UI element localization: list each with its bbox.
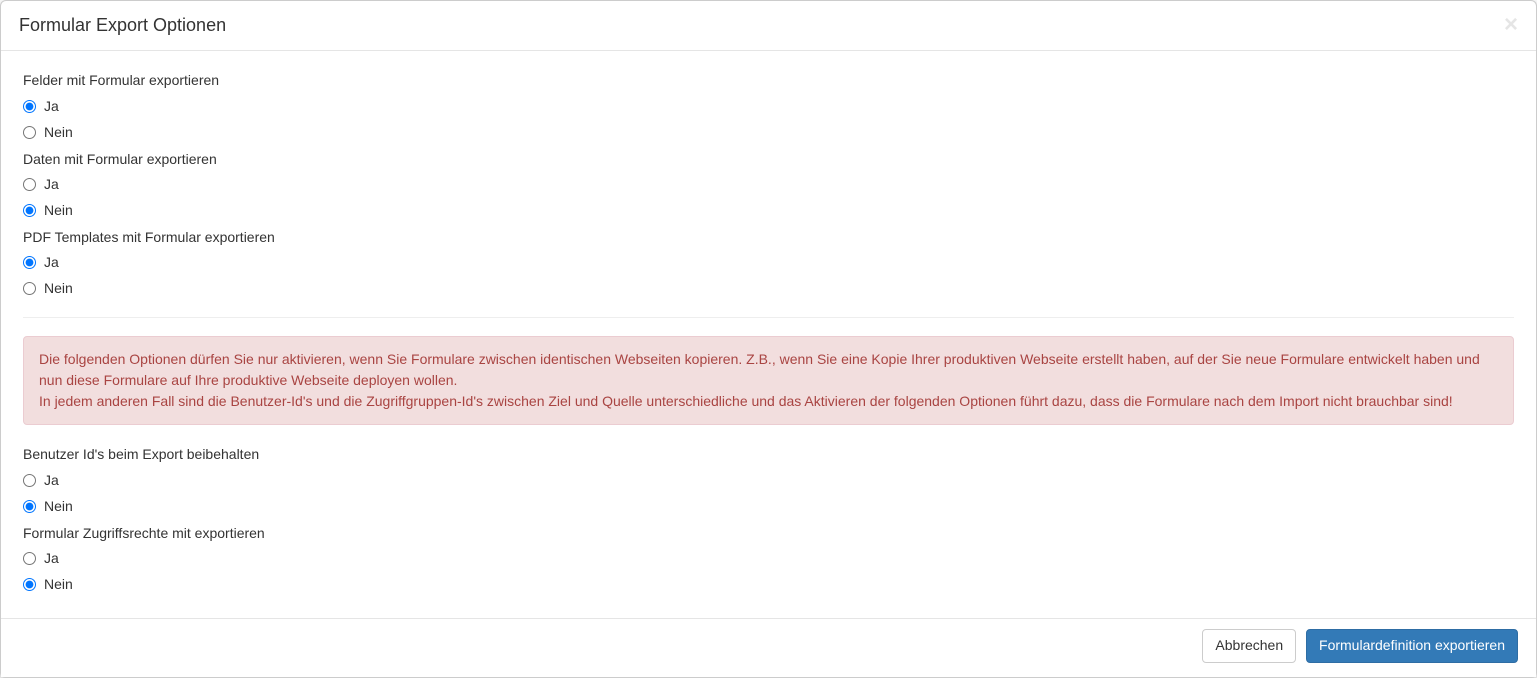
- field-keep-user-ids: Benutzer Id's beim Export beibehalten Ja…: [23, 443, 1514, 516]
- radio-label-yes[interactable]: Ja: [44, 470, 59, 491]
- radio-label-yes[interactable]: Ja: [44, 252, 59, 273]
- radio-row: Ja: [23, 548, 1514, 569]
- radio-row: Ja: [23, 470, 1514, 491]
- radio-export-access-no[interactable]: [23, 578, 36, 591]
- radio-row: Nein: [23, 496, 1514, 517]
- close-button[interactable]: ×: [1504, 13, 1518, 37]
- field-label-export-pdf: PDF Templates mit Formular exportieren: [23, 226, 1514, 248]
- radio-label-yes[interactable]: Ja: [44, 174, 59, 195]
- export-options-modal: Formular Export Optionen × Felder mit Fo…: [0, 0, 1537, 678]
- radio-label-yes[interactable]: Ja: [44, 96, 59, 117]
- radio-keep-user-ids-yes[interactable]: [23, 474, 36, 487]
- radio-label-no[interactable]: Nein: [44, 200, 73, 221]
- field-export-access: Formular Zugriffsrechte mit exportieren …: [23, 522, 1514, 595]
- radio-keep-user-ids-no[interactable]: [23, 500, 36, 513]
- divider: [23, 317, 1514, 318]
- radio-row: Nein: [23, 574, 1514, 595]
- field-export-pdf: PDF Templates mit Formular exportieren J…: [23, 226, 1514, 299]
- radio-row: Nein: [23, 278, 1514, 299]
- cancel-button[interactable]: Abbrechen: [1202, 629, 1296, 663]
- radio-label-yes[interactable]: Ja: [44, 548, 59, 569]
- radio-export-data-yes[interactable]: [23, 178, 36, 191]
- radio-row: Nein: [23, 200, 1514, 221]
- radio-export-data-no[interactable]: [23, 204, 36, 217]
- warning-alert: Die folgenden Optionen dürfen Sie nur ak…: [23, 336, 1514, 425]
- radio-row: Ja: [23, 174, 1514, 195]
- field-export-fields: Felder mit Formular exportieren Ja Nein: [23, 69, 1514, 142]
- radio-label-no[interactable]: Nein: [44, 496, 73, 517]
- warning-line1: Die folgenden Optionen dürfen Sie nur ak…: [39, 351, 1480, 388]
- field-label-export-fields: Felder mit Formular exportieren: [23, 69, 1514, 91]
- field-label-export-data: Daten mit Formular exportieren: [23, 148, 1514, 170]
- radio-export-pdf-yes[interactable]: [23, 256, 36, 269]
- field-label-export-access: Formular Zugriffsrechte mit exportieren: [23, 522, 1514, 544]
- field-export-data: Daten mit Formular exportieren Ja Nein: [23, 148, 1514, 221]
- export-button[interactable]: Formulardefinition exportieren: [1306, 629, 1518, 663]
- modal-header: Formular Export Optionen ×: [1, 1, 1536, 51]
- radio-row: Ja: [23, 252, 1514, 273]
- radio-label-no[interactable]: Nein: [44, 278, 73, 299]
- radio-label-no[interactable]: Nein: [44, 122, 73, 143]
- radio-row: Ja: [23, 96, 1514, 117]
- radio-export-access-yes[interactable]: [23, 552, 36, 565]
- modal-title: Formular Export Optionen: [19, 13, 1518, 38]
- modal-body: Felder mit Formular exportieren Ja Nein …: [1, 51, 1536, 618]
- modal-footer: Abbrechen Formulardefinition exportieren: [1, 618, 1536, 677]
- warning-line2: In jedem anderen Fall sind die Benutzer-…: [39, 393, 1453, 409]
- radio-export-pdf-no[interactable]: [23, 282, 36, 295]
- radio-row: Nein: [23, 122, 1514, 143]
- radio-label-no[interactable]: Nein: [44, 574, 73, 595]
- radio-export-fields-no[interactable]: [23, 126, 36, 139]
- close-icon: ×: [1504, 11, 1518, 38]
- field-label-keep-user-ids: Benutzer Id's beim Export beibehalten: [23, 443, 1514, 465]
- radio-export-fields-yes[interactable]: [23, 100, 36, 113]
